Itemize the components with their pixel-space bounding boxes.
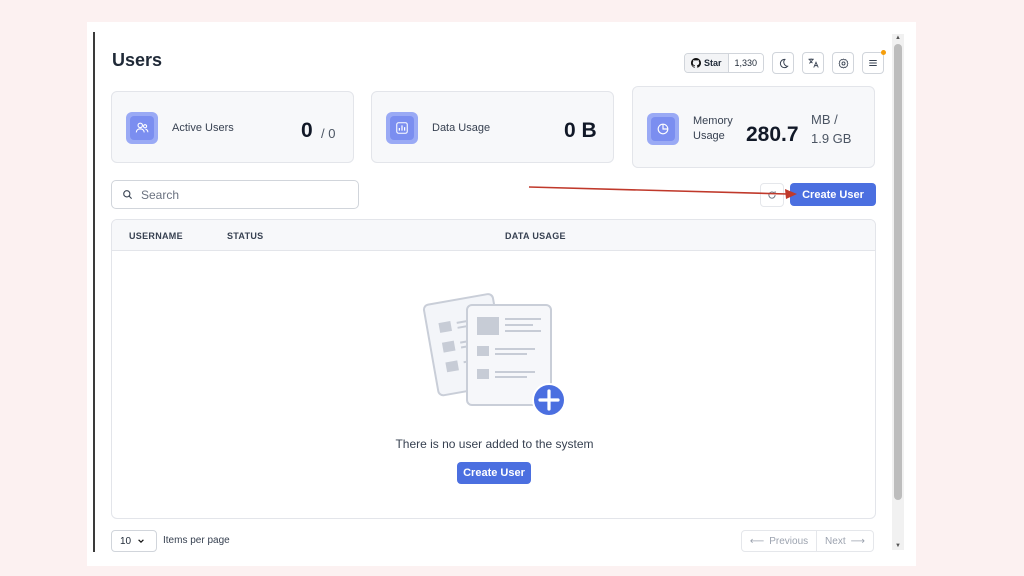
github-star[interactable]: Star bbox=[685, 54, 729, 72]
next-page-button[interactable]: Next ⟶ bbox=[816, 530, 874, 552]
chevron-down-icon bbox=[138, 539, 144, 544]
menu-button[interactable] bbox=[862, 50, 887, 74]
previous-page-label: Previous bbox=[769, 535, 809, 547]
active-users-label: Active Users bbox=[172, 122, 234, 134]
memory-usage-unit-line1: MB / bbox=[811, 112, 838, 127]
scroll-up-arrow-icon[interactable]: ▲ bbox=[895, 35, 901, 41]
column-header-status[interactable]: STATUS bbox=[227, 231, 263, 241]
column-header-username[interactable]: USERNAME bbox=[129, 231, 183, 241]
scroll-down-arrow-icon[interactable]: ▼ bbox=[895, 543, 901, 549]
gear-icon bbox=[838, 58, 848, 68]
github-star-label: Star bbox=[704, 58, 722, 68]
theme-toggle-button[interactable] bbox=[772, 52, 795, 74]
active-users-card: Active Users 0 / 0 bbox=[111, 91, 354, 163]
bar-chart-icon bbox=[396, 122, 408, 134]
memory-usage-label-line1: Memory bbox=[693, 115, 733, 127]
page-title: Users bbox=[112, 50, 163, 70]
data-usage-card: Data Usage 0 B bbox=[371, 91, 614, 163]
language-button[interactable] bbox=[802, 52, 825, 74]
scrollbar-thumb[interactable] bbox=[894, 44, 902, 500]
translate-icon bbox=[808, 58, 819, 68]
users-table: USERNAME STATUS DATA USAGE There is no u… bbox=[111, 219, 876, 519]
search-icon bbox=[123, 190, 133, 200]
users-icon bbox=[135, 122, 149, 133]
data-usage-value: 0 B bbox=[564, 119, 597, 142]
memory-usage-value: 280.7 bbox=[746, 123, 799, 146]
pagination-bar: 10 Items per page ⟵ Previous Next ⟶ bbox=[111, 530, 876, 552]
pie-chart-icon bbox=[657, 123, 669, 135]
data-usage-label: Data Usage bbox=[432, 122, 491, 134]
memory-usage-label-line2: Usage bbox=[693, 130, 725, 142]
annotation-arrow bbox=[528, 186, 797, 199]
items-per-page-value: 10 bbox=[120, 535, 132, 547]
window-edge bbox=[93, 32, 95, 552]
hamburger-menu-icon bbox=[869, 60, 877, 66]
chart-icon-badge bbox=[386, 112, 418, 144]
arrow-right-icon: ⟶ bbox=[850, 535, 865, 547]
settings-button[interactable] bbox=[832, 52, 855, 74]
memory-usage-card: Memory Usage 280.7 MB / 1.9 GB bbox=[632, 86, 875, 168]
empty-create-user-button[interactable]: Create User bbox=[457, 462, 531, 484]
moon-icon bbox=[779, 58, 789, 68]
header-actions: Star 1,330 bbox=[684, 50, 887, 74]
users-icon-badge bbox=[126, 112, 158, 144]
items-per-page-label: Items per page bbox=[163, 535, 230, 546]
next-page-label: Next bbox=[825, 535, 846, 547]
github-star-button[interactable]: Star 1,330 bbox=[684, 53, 765, 73]
arrow-left-icon: ⟵ bbox=[749, 535, 765, 547]
active-users-value: 0 bbox=[301, 119, 313, 142]
memory-usage-unit-line2: 1.9 GB bbox=[811, 131, 852, 146]
empty-state-illustration bbox=[422, 293, 566, 417]
memory-icon-badge bbox=[647, 113, 679, 145]
table-header: USERNAME STATUS DATA USAGE bbox=[112, 220, 875, 251]
search-box[interactable] bbox=[111, 180, 359, 209]
github-star-count[interactable]: 1,330 bbox=[728, 54, 764, 72]
active-users-total: / 0 bbox=[321, 126, 336, 141]
previous-page-button[interactable]: ⟵ Previous bbox=[741, 530, 817, 552]
github-icon bbox=[691, 58, 701, 68]
items-per-page-select[interactable]: 10 bbox=[111, 530, 157, 552]
search-input[interactable] bbox=[141, 187, 341, 202]
empty-state-message: There is no user added to the system bbox=[395, 437, 594, 451]
column-header-data-usage[interactable]: DATA USAGE bbox=[505, 231, 566, 241]
